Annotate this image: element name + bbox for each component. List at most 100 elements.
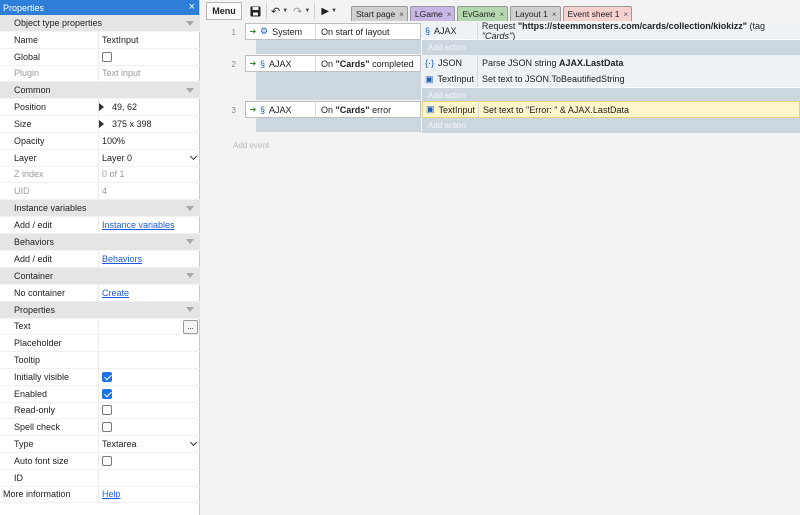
- layer-select[interactable]: Layer 0: [99, 150, 200, 166]
- add-action-link[interactable]: Add action: [422, 40, 800, 55]
- collapse-icon[interactable]: [186, 205, 194, 211]
- gear-icon: ⚙: [260, 26, 269, 36]
- prop-position[interactable]: Position 49, 62: [0, 99, 200, 117]
- menu-button[interactable]: Menu: [206, 2, 242, 20]
- tab-start-page[interactable]: Start page ×: [351, 6, 408, 21]
- section-object-type[interactable]: Object type properties: [0, 15, 200, 32]
- close-tab-icon[interactable]: ×: [500, 10, 505, 19]
- event-condition[interactable]: ➔ § AJAX On "Cards" error: [245, 101, 421, 118]
- prop-instance-vars: Add / edit Instance variables: [0, 217, 200, 234]
- event-block-padding: [256, 118, 421, 132]
- prop-layer[interactable]: Layer Layer 0: [0, 149, 200, 167]
- collapse-icon[interactable]: [186, 273, 194, 279]
- auto-font-size-checkbox[interactable]: [102, 455, 112, 466]
- initially-visible-checkbox[interactable]: [102, 371, 112, 382]
- prop-behaviors: Add / edit Behaviors: [0, 250, 200, 268]
- json-icon: {·}: [425, 58, 435, 68]
- properties-panel: Properties × Object type properties Name…: [0, 0, 200, 515]
- trigger-arrow-icon: ➔: [249, 27, 257, 36]
- event-condition[interactable]: ➔ ⚙ System On start of layout: [245, 23, 421, 40]
- prop-size[interactable]: Size 375 x 398: [0, 116, 200, 133]
- prop-name[interactable]: Name TextInput: [0, 32, 200, 49]
- section-instance-variables[interactable]: Instance variables: [0, 200, 200, 218]
- properties-title: Properties: [3, 2, 45, 13]
- type-select[interactable]: Textarea: [99, 436, 200, 452]
- prop-initially-visible[interactable]: Initially visible: [0, 368, 200, 386]
- trigger-arrow-icon: ➔: [249, 59, 257, 68]
- tab-evgame[interactable]: EvGame ×: [457, 6, 509, 21]
- event-number: 2: [231, 60, 236, 69]
- prop-enabled[interactable]: Enabled: [0, 385, 200, 403]
- tab-layout-1[interactable]: Layout 1 ×: [510, 6, 561, 21]
- ajax-icon: §: [260, 58, 266, 69]
- textinput-icon: ▣: [425, 73, 434, 84]
- enabled-checkbox[interactable]: [102, 388, 112, 399]
- redo-icon[interactable]: ↷ ▼: [293, 2, 310, 20]
- event-block-padding: [256, 72, 421, 100]
- prop-id[interactable]: ID: [0, 469, 200, 487]
- textinput-icon: ▣: [426, 104, 435, 114]
- undo-icon[interactable]: ↶ ▼: [271, 2, 288, 20]
- chevron-down-icon[interactable]: [189, 152, 198, 160]
- collapse-icon[interactable]: [186, 20, 194, 26]
- event-block-padding: [256, 40, 421, 54]
- ajax-icon: §: [425, 26, 431, 36]
- close-tab-icon[interactable]: ×: [447, 10, 452, 19]
- toolbar: Menu ↶ ▼ ↷ ▼ ▶ ▼ Start page × LGame × EvGame ×…: [204, 0, 800, 22]
- behaviors-link[interactable]: Behaviors: [102, 254, 142, 264]
- prop-plugin: Plugin Text input: [0, 65, 200, 83]
- event-action-selected[interactable]: ▣ TextInput Set text to "Error: " & AJAX.…: [422, 101, 800, 118]
- prop-container: No container Create: [0, 284, 200, 302]
- play-icon[interactable]: ▶ ▼: [321, 2, 337, 20]
- expand-icon[interactable]: [99, 120, 104, 129]
- global-checkbox[interactable]: [102, 51, 112, 62]
- section-container[interactable]: Container: [0, 267, 200, 285]
- collapse-icon[interactable]: [186, 239, 194, 245]
- event-action[interactable]: {·} JSON Parse JSON string AJAX.LastData: [422, 55, 800, 72]
- prop-spell-check[interactable]: Spell check: [0, 419, 200, 437]
- prop-global[interactable]: Global: [0, 48, 200, 66]
- event-number: 1: [231, 28, 236, 37]
- tab-event-sheet-1[interactable]: Event sheet 1 ×: [562, 6, 633, 21]
- prop-tooltip[interactable]: Tooltip: [0, 352, 200, 369]
- instance-variables-link[interactable]: Instance variables: [102, 220, 175, 230]
- tab-lgame[interactable]: LGame ×: [409, 6, 456, 21]
- close-tab-icon[interactable]: ×: [623, 10, 628, 19]
- ajax-icon: §: [260, 104, 266, 115]
- ellipsis-button[interactable]: ...: [183, 319, 198, 334]
- add-action-link[interactable]: Add action: [422, 118, 800, 133]
- event-action[interactable]: ▣ TextInput Set text to JSON.ToBeautified…: [422, 71, 800, 88]
- collapse-icon[interactable]: [186, 87, 194, 93]
- section-common[interactable]: Common: [0, 82, 200, 100]
- spell-check-checkbox[interactable]: [102, 422, 112, 433]
- save-icon[interactable]: [248, 2, 262, 20]
- chevron-down-icon[interactable]: [189, 439, 198, 447]
- read-only-checkbox[interactable]: [102, 405, 112, 416]
- section-properties[interactable]: Properties: [0, 301, 200, 319]
- help-link[interactable]: Help: [102, 489, 121, 499]
- toolbar-separator: [266, 3, 267, 19]
- create-container-link[interactable]: Create: [102, 288, 129, 298]
- trigger-arrow-icon: ➔: [249, 105, 257, 114]
- prop-zindex: Z index 0 of 1: [0, 166, 200, 184]
- event-action[interactable]: § AJAX Request "https://steemmonsters.com…: [422, 21, 800, 41]
- prop-opacity[interactable]: Opacity 100%: [0, 132, 200, 150]
- toolbar-separator: [314, 3, 316, 19]
- collapse-icon[interactable]: [186, 307, 194, 313]
- close-tab-icon[interactable]: ×: [399, 10, 404, 19]
- prop-auto-font-size[interactable]: Auto font size: [0, 452, 200, 470]
- close-icon[interactable]: ×: [189, 2, 195, 13]
- properties-title-bar: Properties ×: [0, 0, 199, 15]
- prop-read-only[interactable]: Read-only: [0, 402, 200, 420]
- prop-type[interactable]: Type Textarea: [0, 436, 200, 453]
- event-condition[interactable]: ➔ § AJAX On "Cards" completed: [245, 55, 421, 72]
- prop-uid: UID 4: [0, 183, 200, 201]
- tab-bar: Start page × LGame × EvGame × Layout 1 × Eve…: [351, 0, 634, 22]
- expand-icon[interactable]: [99, 103, 104, 112]
- prop-placeholder[interactable]: Placeholder: [0, 335, 200, 353]
- section-behaviors[interactable]: Behaviors: [0, 233, 200, 251]
- event-number: 3: [231, 106, 236, 115]
- prop-text[interactable]: Text...: [0, 318, 200, 336]
- add-event-link[interactable]: Add event: [233, 141, 269, 150]
- close-tab-icon[interactable]: ×: [552, 10, 557, 19]
